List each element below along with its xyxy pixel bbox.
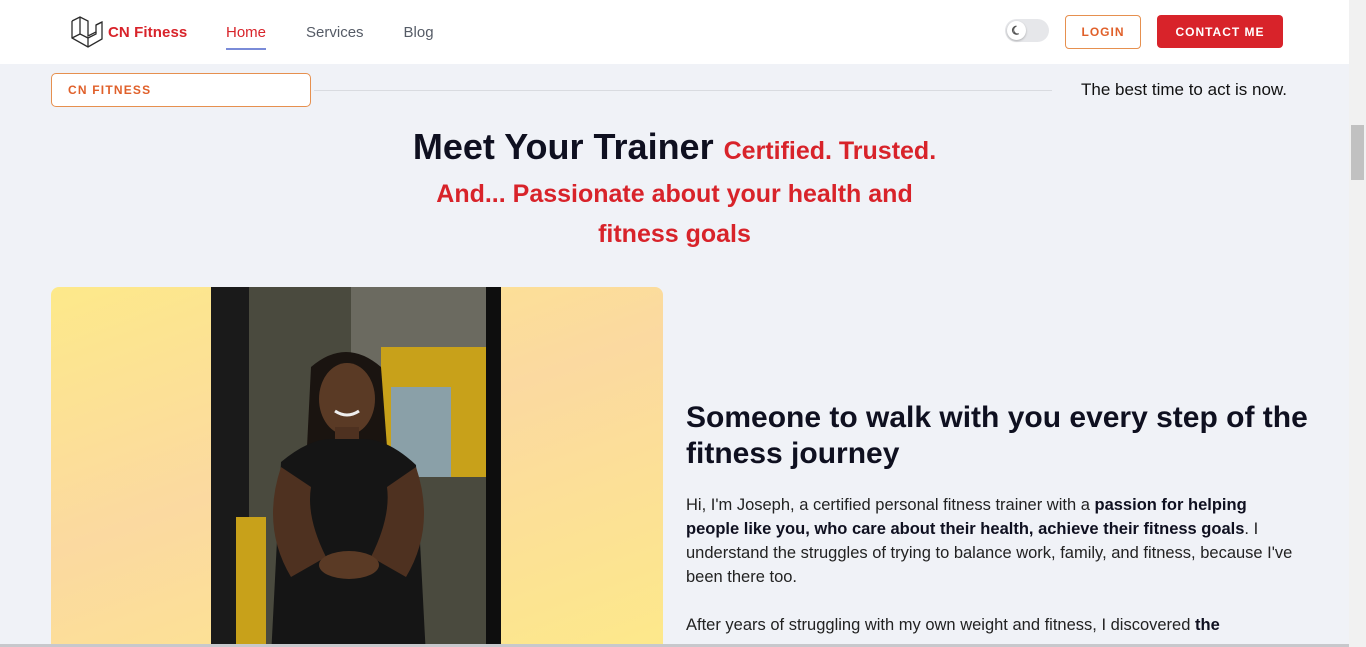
about-title: Someone to walk with you every step of t… <box>686 401 1308 470</box>
logo-text: CN Fitness <box>108 23 188 41</box>
heading-line-1: Meet Your Trainer Certified. Trusted. <box>0 124 1349 174</box>
contact-me-button[interactable]: CONTACT ME <box>1157 15 1283 48</box>
moon-icon <box>1011 25 1020 35</box>
scrollbar-thumb[interactable] <box>1351 125 1364 180</box>
nav-services[interactable]: Services <box>306 24 364 47</box>
logo-icon <box>71 16 103 48</box>
heading-main: Meet Your Trainer <box>412 126 714 167</box>
nav-home[interactable]: Home <box>226 24 267 50</box>
toggle-knob <box>1007 21 1026 40</box>
page-scrollbar[interactable] <box>1349 0 1366 647</box>
about-p1-text-a: Hi, I'm Joseph, a certified personal fit… <box>686 496 1095 514</box>
section-tag: CN FITNESS <box>51 73 311 107</box>
main-nav: Home Services Blog <box>226 24 434 50</box>
logo[interactable]: CN Fitness <box>70 16 187 48</box>
page: CN Fitness Home Services Blog LOGIN CONT… <box>0 0 1349 647</box>
about-paragraph-2: After years of struggling with my own we… <box>686 613 1296 637</box>
heading-accent-3: fitness goals <box>598 220 751 248</box>
login-button[interactable]: LOGIN <box>1065 15 1141 49</box>
heading-accent-1: Certified. Trusted. <box>723 137 937 165</box>
trainer-photo-card <box>51 287 663 647</box>
site-header: CN Fitness Home Services Blog LOGIN CONT… <box>0 0 1349 64</box>
trainer-figure <box>211 287 501 647</box>
trainer-photo <box>211 287 501 647</box>
about-paragraph-1: Hi, I'm Joseph, a certified personal fit… <box>686 493 1296 589</box>
tagline: The best time to act is now. <box>1081 80 1287 99</box>
about-p2-text-a: After years of struggling with my own we… <box>686 616 1195 634</box>
about-p2-bold: the <box>1195 616 1220 634</box>
divider <box>314 90 1052 91</box>
nav-blog[interactable]: Blog <box>404 24 434 47</box>
section-heading: Meet Your Trainer Certified. Trusted. An… <box>0 124 1349 254</box>
theme-toggle[interactable] <box>1005 19 1049 42</box>
heading-accent-2: And... Passionate about your health and <box>436 180 913 208</box>
